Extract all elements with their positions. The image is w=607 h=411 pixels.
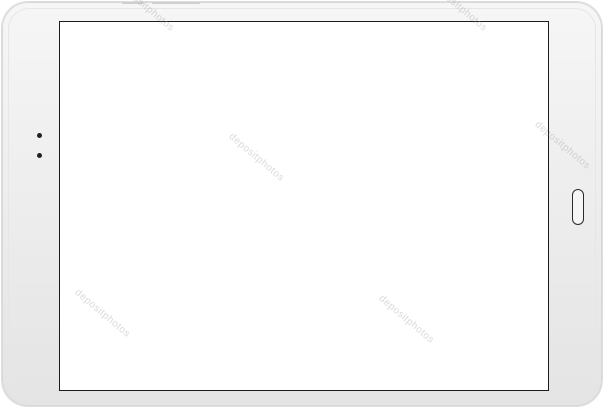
light-sensor-icon [37, 153, 42, 158]
stage: depositphotos depositphotos depositphoto… [0, 0, 607, 411]
tablet-frame [2, 2, 602, 406]
home-button[interactable] [572, 189, 584, 225]
tablet-screen[interactable] [59, 21, 549, 391]
volume-button[interactable] [122, 2, 144, 4]
front-camera-icon [37, 133, 42, 138]
power-button[interactable] [152, 2, 200, 4]
